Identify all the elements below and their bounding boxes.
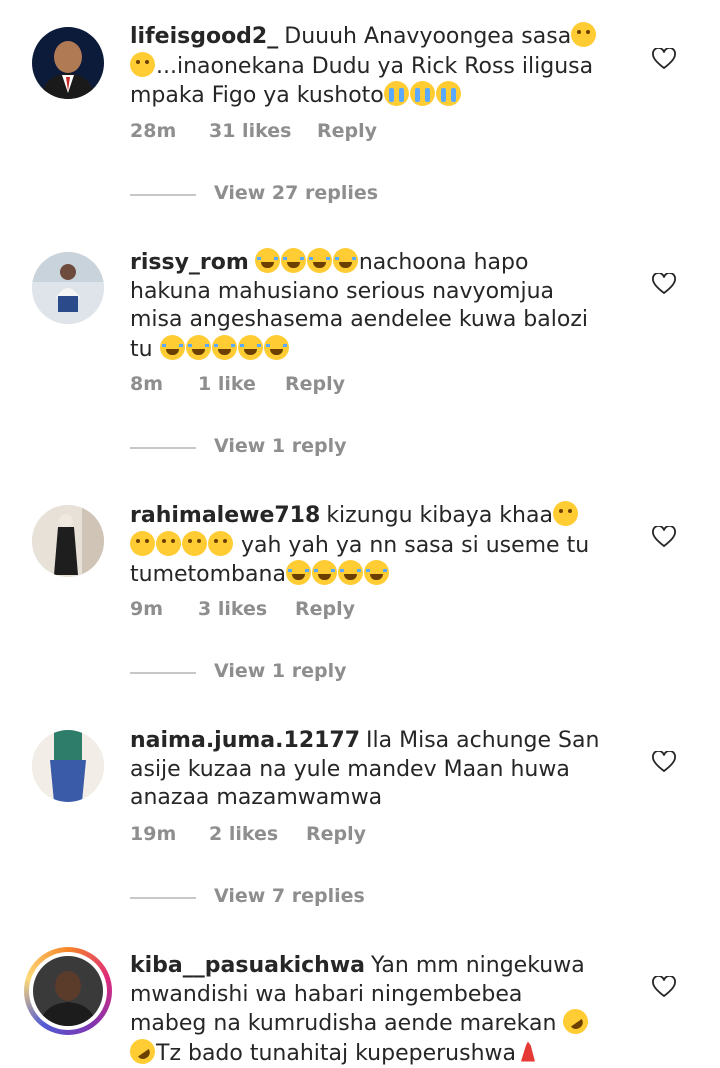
sob-emoji-icon	[383, 81, 409, 106]
laugh-emoji-icon	[311, 560, 337, 585]
like-count[interactable]: 1 like	[198, 373, 256, 395]
username[interactable]: rahimalewe718	[130, 503, 320, 528]
view-replies-label: View 1 reply	[214, 435, 347, 457]
view-replies-label: View 7 replies	[214, 885, 365, 907]
laugh-emoji-icon	[285, 560, 311, 585]
laugh-emoji-icon	[306, 248, 332, 273]
comment-text-run: ...inaonekana Dudu ya Rick Ross iligusa …	[130, 53, 594, 109]
avatar-man-story-icon	[33, 956, 103, 1026]
dancer-emoji-icon	[516, 1039, 541, 1064]
view-replies-label: View 27 replies	[214, 182, 379, 204]
sob-emoji-icon	[409, 81, 435, 106]
reply-button[interactable]: Reply	[306, 823, 366, 845]
avatar-person-sitting-icon	[32, 252, 104, 324]
comment-time: 9m	[130, 598, 164, 620]
laugh-emoji-icon	[159, 334, 185, 360]
comment-text-run: Duuuh Anavyoongea sasa	[284, 24, 572, 49]
avatar[interactable]	[32, 505, 104, 577]
avatar[interactable]	[32, 730, 104, 802]
rofl-emoji-icon	[125, 1033, 160, 1068]
cry-emoji-icon	[208, 530, 233, 556]
avatar[interactable]	[32, 252, 104, 324]
comment-text: rissy_rom nachoona hapo hakuna mahusiano …	[130, 248, 600, 364]
laugh-emoji-icon	[263, 334, 289, 360]
avatar-jeans-icon	[32, 730, 104, 802]
comment-text: lifeisgood2_ Duuuh Anavyoongea sasa ...ina…	[130, 22, 600, 111]
view-replies-button[interactable]: View 1 reply	[130, 435, 530, 461]
comment-text: kiba__pasuakichwa Yan mm ningekuwa mwandi…	[125, 952, 600, 1068]
comment-text-run: kizungu kibaya khaa	[326, 503, 553, 528]
username[interactable]: rissy_rom	[130, 250, 249, 275]
cry-emoji-icon	[130, 530, 155, 556]
view-replies-label: View 1 reply	[214, 660, 347, 682]
cry-emoji-icon	[182, 530, 207, 556]
like-count[interactable]: 3 likes	[198, 598, 267, 620]
like-count[interactable]: 2 likes	[209, 823, 278, 845]
cry-emoji-icon	[130, 51, 155, 77]
sob-emoji-icon	[435, 81, 461, 106]
comment-text: naima.juma.12177 Ila Misa achunge San asi…	[130, 727, 600, 813]
like-heart-icon[interactable]	[652, 272, 676, 295]
cry-emoji-icon	[156, 530, 181, 556]
laugh-emoji-icon	[254, 248, 280, 273]
view-replies-button[interactable]: View 7 replies	[130, 885, 530, 911]
laugh-emoji-icon	[363, 560, 389, 585]
cry-emoji-icon	[571, 22, 597, 47]
like-count[interactable]: 31 likes	[209, 120, 291, 142]
avatar-man-suit-icon	[32, 27, 104, 99]
reply-button[interactable]: Reply	[285, 373, 345, 395]
avatar[interactable]	[32, 27, 104, 99]
like-heart-icon[interactable]	[652, 750, 676, 773]
divider	[130, 194, 196, 196]
comment-time: 28m	[130, 120, 177, 142]
avatar-story-ring[interactable]	[24, 947, 112, 1035]
view-replies-button[interactable]: View 1 reply	[130, 660, 530, 686]
comment-text: rahimalewe718 kizungu kibaya khaa yah yah…	[130, 501, 600, 590]
laugh-emoji-icon	[211, 334, 237, 360]
divider	[130, 897, 196, 899]
like-heart-icon[interactable]	[652, 47, 676, 70]
comment-text-run: Tz bado tunahitaj kupeperushwa	[156, 1040, 516, 1066]
like-heart-icon[interactable]	[652, 975, 676, 998]
comment-time: 19m	[130, 823, 177, 845]
laugh-emoji-icon	[237, 334, 263, 360]
divider	[130, 447, 196, 449]
laugh-emoji-icon	[332, 248, 358, 273]
reply-button[interactable]: Reply	[317, 120, 377, 142]
laugh-emoji-icon	[337, 560, 363, 585]
username[interactable]: kiba__pasuakichwa	[130, 953, 365, 978]
divider	[130, 672, 196, 674]
cry-emoji-icon	[552, 501, 578, 526]
view-replies-button[interactable]: View 27 replies	[130, 182, 530, 208]
avatar-woman-hijab-icon	[32, 505, 104, 577]
username[interactable]: lifeisgood2_	[130, 24, 278, 49]
username[interactable]: naima.juma.12177	[130, 728, 360, 753]
rofl-emoji-icon	[558, 1004, 594, 1039]
like-heart-icon[interactable]	[652, 525, 676, 548]
laugh-emoji-icon	[280, 248, 306, 273]
laugh-emoji-icon	[185, 334, 211, 360]
comment-time: 8m	[130, 373, 164, 395]
reply-button[interactable]: Reply	[295, 598, 355, 620]
